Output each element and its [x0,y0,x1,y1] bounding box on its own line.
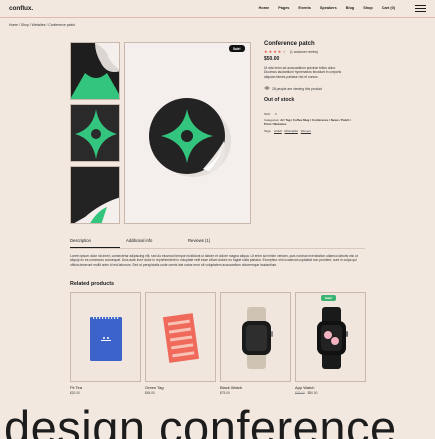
star-icon: ★ [273,49,277,54]
tab-additional-info[interactable]: Additional info [126,238,152,243]
related-product-name[interactable]: App Watch [295,385,314,390]
related-product-card[interactable] [220,292,291,382]
tag-link[interactable]: Women [301,129,311,133]
eye-icon [264,86,270,91]
star-icon: ★ [268,49,273,54]
tags-label: Tags: [264,129,272,133]
stock-status: Out of stock [264,97,295,103]
site-header: conflux. Home Pages Events Speakers Blog… [0,0,435,18]
sku-label: SKU: [264,112,272,116]
nav-blog[interactable]: Blog [346,6,354,10]
star-icon: ★ [277,49,282,54]
product-sku: SKU: 3 [264,112,277,116]
related-product-price: $45.00 [145,391,155,395]
sale-badge: Sale! [321,295,337,302]
product-title: Conference patch [264,41,315,47]
related-product-card[interactable] [145,292,216,382]
tag-link[interactable]: Minimalist [285,129,298,133]
nav-events[interactable]: Events [298,6,310,10]
related-products-heading: Related products [70,281,115,287]
sale-badge: Sale! [229,45,245,52]
product-tabs: Description Additional info Reviews (1) [70,238,250,247]
main-nav: Home Pages Events Speakers Blog Shop Car… [259,6,395,10]
related-product-name[interactable]: Fit Tea [70,385,82,390]
tab-description-content: Lorem ipsum dolor sit amet, consectetur … [70,254,358,267]
nav-shop[interactable]: Shop [363,6,373,10]
tab-reviews[interactable]: Reviews (1) [188,238,210,243]
related-product-price: $20.00 [70,391,80,395]
review-count-link[interactable]: (1 customer review) [290,50,318,54]
product-short-description: Ut wisi enim ad accusantium pulvinar tel… [264,66,342,79]
star-icon: ★ [264,49,268,54]
sku-value: 3 [274,112,277,116]
active-tab-indicator [70,247,120,248]
site-logo[interactable]: conflux. [9,5,33,12]
star-outline-icon: ★ [282,49,286,54]
hamburger-menu-icon[interactable] [415,5,426,12]
product-tags: Tags: Artfull Minimalist Women [264,129,311,133]
old-price: $75.00 [295,391,305,395]
product-categories: Categories: Art Tag / Coffee Mug / Confe… [264,118,356,126]
product-price: $50.00 [264,56,280,62]
related-product-card[interactable] [70,292,141,382]
nav-speakers[interactable]: Speakers [320,6,337,10]
related-product-price: $75.00 [220,391,230,395]
current-price: $50.00 [307,391,318,395]
nav-cart[interactable]: Cart (0) [382,6,395,10]
viewing-text: 28 people are viewing this product [272,86,323,91]
product-main-image[interactable] [124,42,251,224]
product-rating[interactable]: ★ ★ ★ ★ ★ (1 customer review) [264,49,318,54]
related-product-name[interactable]: Green Tag [145,385,164,390]
product-thumbnail-2[interactable] [70,104,120,162]
tag-link[interactable]: Artfull [274,129,282,133]
tab-description[interactable]: Description [70,238,91,243]
footer-banner-text: design conference [4,401,397,439]
nav-home[interactable]: Home [259,6,270,10]
product-thumbnail-3[interactable] [70,166,120,224]
nav-pages[interactable]: Pages [278,6,289,10]
product-thumbnail-1[interactable] [70,42,120,100]
viewing-notice: 28 people are viewing this product [264,86,322,91]
related-product-price: $75.00 $50.00 [295,391,317,395]
related-product-name[interactable]: Black Watch [220,385,242,390]
related-product-card[interactable] [295,292,366,382]
breadcrumb: Home / Shop / Websites / Conference patc… [9,23,76,27]
